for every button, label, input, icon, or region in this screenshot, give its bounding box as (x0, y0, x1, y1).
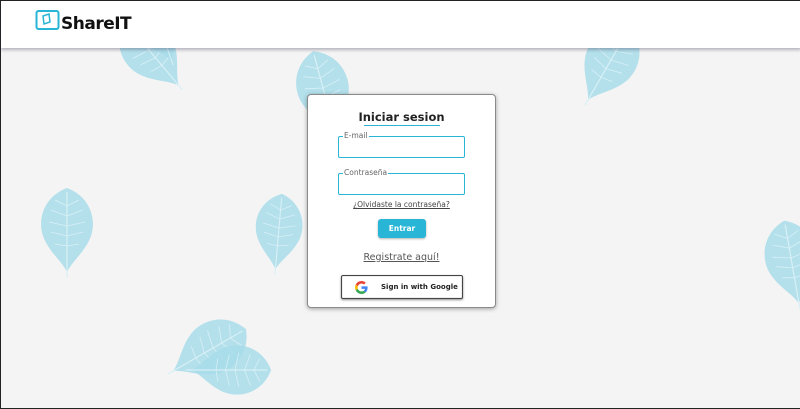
register-link[interactable]: Registrate aquí! (308, 252, 495, 263)
forgot-password-link[interactable]: ¿Olvidaste la contraseña? (308, 200, 495, 209)
brand-logo[interactable]: ShareIT (35, 8, 132, 34)
google-icon (355, 280, 368, 294)
top-navbar: ShareIT (1, 0, 800, 48)
login-title: Iniciar sesion (358, 110, 445, 124)
shareit-logo-icon (35, 9, 63, 33)
password-field[interactable]: Contraseña (338, 168, 465, 195)
email-label: E-mail (343, 131, 369, 141)
login-card: Iniciar sesion E-mail Contraseña ¿Olvida… (307, 94, 496, 308)
submit-button[interactable]: Entrar (378, 219, 426, 238)
email-field[interactable]: E-mail (338, 131, 465, 158)
password-label: Contraseña (343, 168, 389, 178)
brand-name: ShareIT (61, 13, 132, 34)
title-underline (364, 125, 440, 126)
google-signin-label: Sign in with Google (381, 283, 458, 291)
google-signin-button[interactable]: Sign in with Google (341, 275, 463, 299)
